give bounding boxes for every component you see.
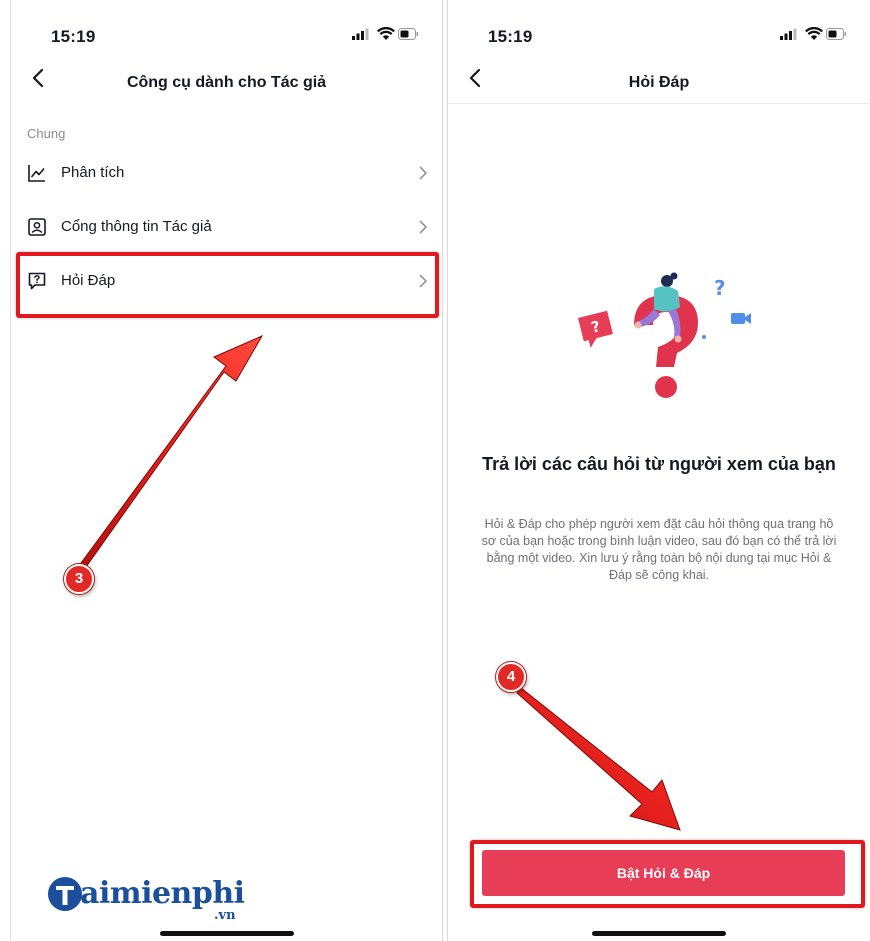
battery-icon bbox=[826, 28, 847, 40]
camera-icon bbox=[731, 313, 751, 324]
logo-text: aimienphi bbox=[80, 876, 245, 911]
wifi-icon bbox=[805, 27, 823, 40]
logo-mark-icon bbox=[48, 877, 82, 911]
page-title: Công cụ dành cho Tác giả bbox=[126, 74, 327, 91]
qa-description: Hỏi & Đáp cho phép người xem đặt câu hỏi… bbox=[481, 517, 837, 582]
battery-icon bbox=[398, 28, 419, 40]
question-mark-icon: ? bbox=[714, 276, 726, 300]
cta-highlight-box bbox=[470, 840, 865, 908]
speech-bubble-question-icon: ? bbox=[578, 310, 613, 348]
qa-headline: Trả lời các câu hỏi từ người xem của bạn bbox=[482, 454, 836, 474]
menu-item-analytics[interactable]: Phân tích bbox=[11, 146, 442, 200]
status-time: 15:19 bbox=[488, 27, 533, 46]
qa-illustration-icon: ? ? bbox=[578, 272, 751, 398]
taimienphi-logo: aimienphi .vn bbox=[46, 872, 246, 932]
nav-bar: Hỏi Đáp bbox=[448, 52, 870, 104]
section-label: Chung bbox=[27, 126, 66, 141]
status-icons bbox=[780, 27, 848, 43]
wifi-icon bbox=[377, 27, 395, 40]
qa-screen: 15:19 Hỏi Đáp ? ? Trả lời các câu hỏi từ… bbox=[447, 0, 870, 941]
logo-suffix: .vn bbox=[214, 908, 236, 923]
status-bar: 15:19 bbox=[448, 0, 870, 52]
home-indicator bbox=[159, 931, 294, 936]
nav-bar: Công cụ dành cho Tác giả bbox=[11, 52, 442, 104]
step-3-badge: 3 bbox=[64, 564, 94, 594]
signal-icon bbox=[780, 28, 797, 40]
status-icons bbox=[352, 27, 420, 43]
qa-highlight-box bbox=[16, 252, 439, 318]
chevron-right-icon bbox=[418, 165, 428, 181]
status-time: 15:19 bbox=[51, 27, 96, 46]
chevron-right-icon bbox=[418, 219, 428, 235]
analytics-icon bbox=[27, 163, 47, 183]
status-bar: 15:19 bbox=[11, 0, 442, 52]
menu-item-label: Cổng thông tin Tác giả bbox=[61, 218, 212, 235]
menu-item-label: Phân tích bbox=[61, 164, 125, 181]
creator-tools-screen: 15:19 Công cụ dành cho Tác giả Chung Phâ… bbox=[10, 0, 443, 941]
home-indicator bbox=[592, 931, 726, 936]
signal-icon bbox=[352, 28, 369, 40]
step-4-badge: 4 bbox=[496, 662, 526, 692]
menu-item-creator-portal[interactable]: Cổng thông tin Tác giả bbox=[11, 200, 442, 254]
page-title: Hỏi Đáp bbox=[628, 74, 690, 91]
creator-portal-icon bbox=[27, 217, 47, 237]
